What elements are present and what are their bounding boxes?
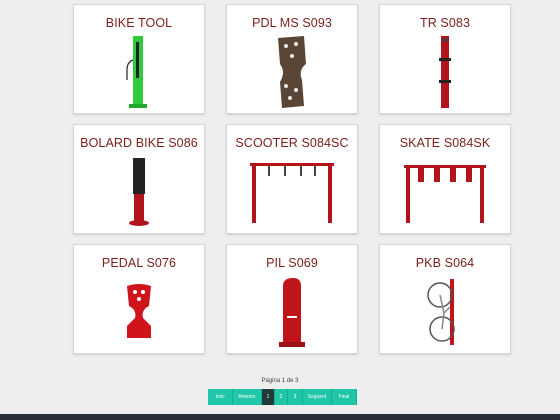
footer-bar [0, 414, 560, 420]
bollard-icon[interactable] [74, 155, 204, 229]
tr-rack-icon[interactable] [380, 35, 510, 109]
product-title: PIL S069 [266, 256, 318, 270]
pagination-last-button[interactable]: Final [332, 389, 357, 405]
product-card-skate-s084sk[interactable]: SKATE S084SK [379, 124, 511, 234]
skate-rack-icon[interactable] [380, 155, 510, 229]
product-card-pil-s069[interactable]: PIL S069 [226, 244, 358, 354]
product-card-bike-tool[interactable]: BIKE TOOL [73, 4, 205, 114]
pagination-info: Página 1 de 3 [261, 378, 299, 384]
product-grid: BIKE TOOL PDL MS S093 TR S083 BOLARD BIK… [73, 4, 511, 354]
product-title: PEDAL S076 [101, 256, 177, 270]
product-title: BIKE TOOL [105, 16, 173, 30]
product-card-pedal-s076[interactable]: PEDAL S076 [73, 244, 205, 354]
product-title: SCOOTER S084SC [235, 136, 349, 150]
product-card-tr-s083[interactable]: TR S083 [379, 4, 511, 114]
product-card-pdl-ms-s093[interactable]: PDL MS S093 [226, 4, 358, 114]
product-title: BOLARD BIKE S086 [80, 136, 198, 150]
pagination-next-button[interactable]: Següent [303, 389, 332, 405]
pagination-page-1[interactable]: 1 [262, 389, 275, 405]
vertical-bike-hanger-icon[interactable] [380, 275, 510, 349]
scooter-rack-icon[interactable] [227, 155, 357, 229]
product-card-pkb-s064[interactable]: PKB S064 [379, 244, 511, 354]
pdl-stand-icon[interactable] [227, 35, 357, 109]
pedal-stand-icon[interactable] [74, 275, 204, 349]
product-title: TR S083 [419, 16, 471, 30]
pil-totem-icon[interactable] [227, 275, 357, 349]
product-title: PKB S064 [415, 256, 475, 270]
product-card-scooter-s084sc[interactable]: SCOOTER S084SC [226, 124, 358, 234]
product-title: SKATE S084SK [399, 136, 491, 150]
pagination-first-button[interactable]: Inici [208, 389, 233, 405]
product-title: PDL MS S093 [252, 16, 332, 30]
pagination-page-3[interactable]: 3 [288, 389, 303, 405]
pagination-previous-button[interactable]: Anterior [233, 389, 262, 405]
product-card-bolard-bike-s086[interactable]: BOLARD BIKE S086 [73, 124, 205, 234]
pagination-page-2[interactable]: 2 [275, 389, 288, 405]
bike-tool-stand-icon[interactable] [74, 35, 204, 109]
pagination: Inici Anterior 1 2 3 Següent Final [208, 389, 357, 405]
